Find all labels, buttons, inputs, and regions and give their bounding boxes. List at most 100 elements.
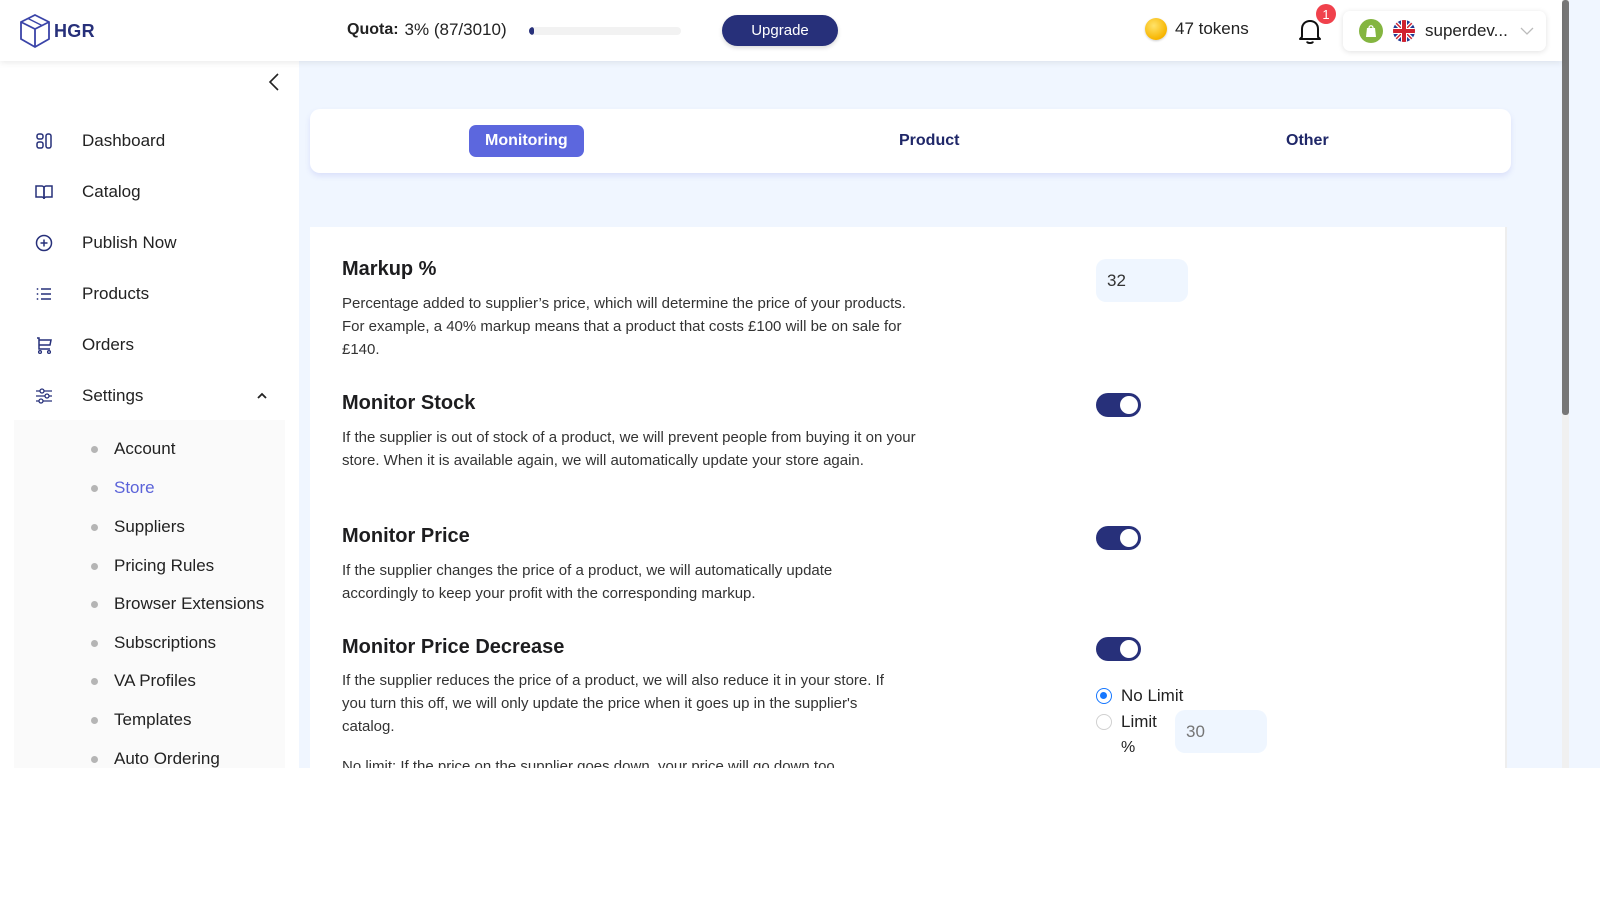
bullet-icon <box>91 677 98 685</box>
coin-icon <box>1145 18 1167 40</box>
cart-icon <box>37 337 52 355</box>
plus-circle-icon <box>35 234 53 252</box>
sliders-icon <box>36 388 52 404</box>
bullet-icon <box>91 755 98 763</box>
limit-option[interactable]: Limit <box>1096 712 1157 732</box>
quota-label: Quota: <box>347 21 399 38</box>
submenu-item-va-profiles[interactable]: VA Profiles <box>14 666 285 696</box>
submenu-item-store[interactable]: Store <box>14 473 285 503</box>
settings-tabs: Monitoring Product Other <box>310 109 1511 173</box>
monitor-price-description: If the supplier changes the price of a p… <box>342 562 833 602</box>
submenu-item-label: Browser Extensions <box>114 594 265 613</box>
sidebar-item-label: Catalog <box>82 182 141 201</box>
monitor-price-decrease-description: If the supplier reduces the price of a p… <box>342 672 884 735</box>
logo[interactable]: HGR <box>18 13 95 49</box>
toggle-knob <box>1120 396 1138 414</box>
sidebar-item-dashboard[interactable]: Dashboard <box>0 121 299 161</box>
scrollbar-thumb[interactable] <box>1562 0 1569 415</box>
submenu-item-templates[interactable]: Templates <box>14 705 285 735</box>
limit-unit-label: % <box>1121 739 1136 756</box>
monitor-stock-title: Monitor Stock <box>342 392 476 414</box>
sidebar-item-catalog[interactable]: Catalog <box>0 172 299 212</box>
limit-percent-input[interactable] <box>1175 710 1267 753</box>
quota-value: 3% (87/3010) <box>404 20 507 39</box>
submenu-item-suppliers[interactable]: Suppliers <box>14 512 285 542</box>
submenu-item-label: Suppliers <box>114 517 185 536</box>
page-scrollbar[interactable] <box>1562 0 1569 768</box>
bullet-icon <box>91 523 98 531</box>
sidebar-item-label: Dashboard <box>82 131 166 150</box>
bullet-icon <box>91 445 98 453</box>
chevron-down-icon <box>1520 27 1534 35</box>
monitor-stock-toggle[interactable] <box>1096 393 1141 417</box>
submenu-item-label: VA Profiles <box>114 671 196 690</box>
monitor-price-title: Monitor Price <box>342 525 470 547</box>
uk-flag-icon <box>1393 20 1415 42</box>
limit-label: Limit <box>1121 712 1157 731</box>
sidebar: Dashboard Catalog Publish Now Products O… <box>0 61 299 768</box>
toggle-knob <box>1120 640 1138 658</box>
cube-logo-icon <box>20 13 50 49</box>
bullet-icon <box>91 600 98 608</box>
submenu-item-label: Store <box>114 478 155 497</box>
limit-radio[interactable] <box>1096 714 1112 730</box>
toggle-knob <box>1120 529 1138 547</box>
submenu-item-label: Subscriptions <box>114 633 217 652</box>
viewport: HGR Quota: 3% (87/3010) Upgrade 47 token… <box>0 0 1600 768</box>
settings-submenu: Account Store Suppliers Pricing Rules Br… <box>14 420 285 768</box>
submenu-item-account[interactable]: Account <box>14 434 285 464</box>
sidebar-item-label: Publish Now <box>82 233 177 252</box>
sidebar-item-publish-now[interactable]: Publish Now <box>0 223 299 263</box>
markup-title: Markup % <box>342 258 437 280</box>
monitor-stock-description: If the supplier is out of stock of a pro… <box>342 429 916 469</box>
quota-progress-fill <box>529 27 534 35</box>
tab-other[interactable]: Other <box>1270 125 1345 157</box>
submenu-item-label: Templates <box>114 710 192 729</box>
monitor-price-decrease-toggle[interactable] <box>1096 637 1141 661</box>
submenu-item-subscriptions[interactable]: Subscriptions <box>14 628 285 658</box>
submenu-item-label: Auto Ordering <box>114 749 220 768</box>
monitor-price-decrease-note: No limit: If the price on the supplier g… <box>342 758 835 768</box>
no-limit-radio[interactable] <box>1096 688 1112 704</box>
monitor-price-toggle[interactable] <box>1096 526 1141 550</box>
logo-text: HGR <box>54 20 95 41</box>
submenu-item-browser-extensions[interactable]: Browser Extensions <box>14 589 285 619</box>
chevron-up-icon[interactable] <box>255 389 269 403</box>
sidebar-item-label: Products <box>82 284 150 303</box>
markup-description: Percentage added to supplier’s price, wh… <box>342 295 906 358</box>
collapse-sidebar-icon[interactable] <box>264 71 284 93</box>
no-limit-label: No Limit <box>1121 686 1184 705</box>
top-header: HGR Quota: 3% (87/3010) Upgrade 47 token… <box>0 0 1562 61</box>
submenu-item-auto-ordering[interactable]: Auto Ordering <box>14 744 285 768</box>
submenu-item-label: Account <box>114 439 176 458</box>
submenu-item-pricing-rules[interactable]: Pricing Rules <box>14 551 285 581</box>
sidebar-item-label: Orders <box>82 335 134 354</box>
book-icon <box>35 185 53 200</box>
list-icon <box>36 288 51 300</box>
monitor-price-decrease-title: Monitor Price Decrease <box>342 636 565 658</box>
sidebar-item-products[interactable]: Products <box>0 274 299 314</box>
tab-product[interactable]: Product <box>883 125 975 157</box>
sidebar-item-orders[interactable]: Orders <box>0 325 299 365</box>
submenu-item-label: Pricing Rules <box>114 556 215 575</box>
bullet-icon <box>91 484 98 492</box>
shopify-icon <box>1359 19 1383 43</box>
notification-badge: 1 <box>1316 4 1336 24</box>
tab-monitoring[interactable]: Monitoring <box>469 125 584 157</box>
tokens[interactable]: 47 tokens <box>1145 18 1249 40</box>
monitoring-settings-panel: Markup % Percentage added to supplier’s … <box>310 227 1507 768</box>
bullet-icon <box>91 716 98 724</box>
sidebar-item-settings[interactable]: Settings <box>0 376 299 416</box>
sidebar-item-label: Settings <box>82 386 144 405</box>
upgrade-button[interactable]: Upgrade <box>722 15 838 46</box>
store-name: superdev... <box>1425 21 1508 40</box>
no-limit-option[interactable]: No Limit <box>1096 686 1183 706</box>
bullet-icon <box>91 639 98 647</box>
markup-input[interactable] <box>1096 259 1188 302</box>
quota: Quota: 3% (87/3010) <box>347 20 507 40</box>
bullet-icon <box>91 562 98 570</box>
tokens-label: 47 tokens <box>1175 19 1249 38</box>
quota-progress-bar <box>529 27 681 35</box>
dashboard-icon <box>36 133 52 149</box>
store-selector[interactable]: superdev... <box>1343 11 1546 51</box>
